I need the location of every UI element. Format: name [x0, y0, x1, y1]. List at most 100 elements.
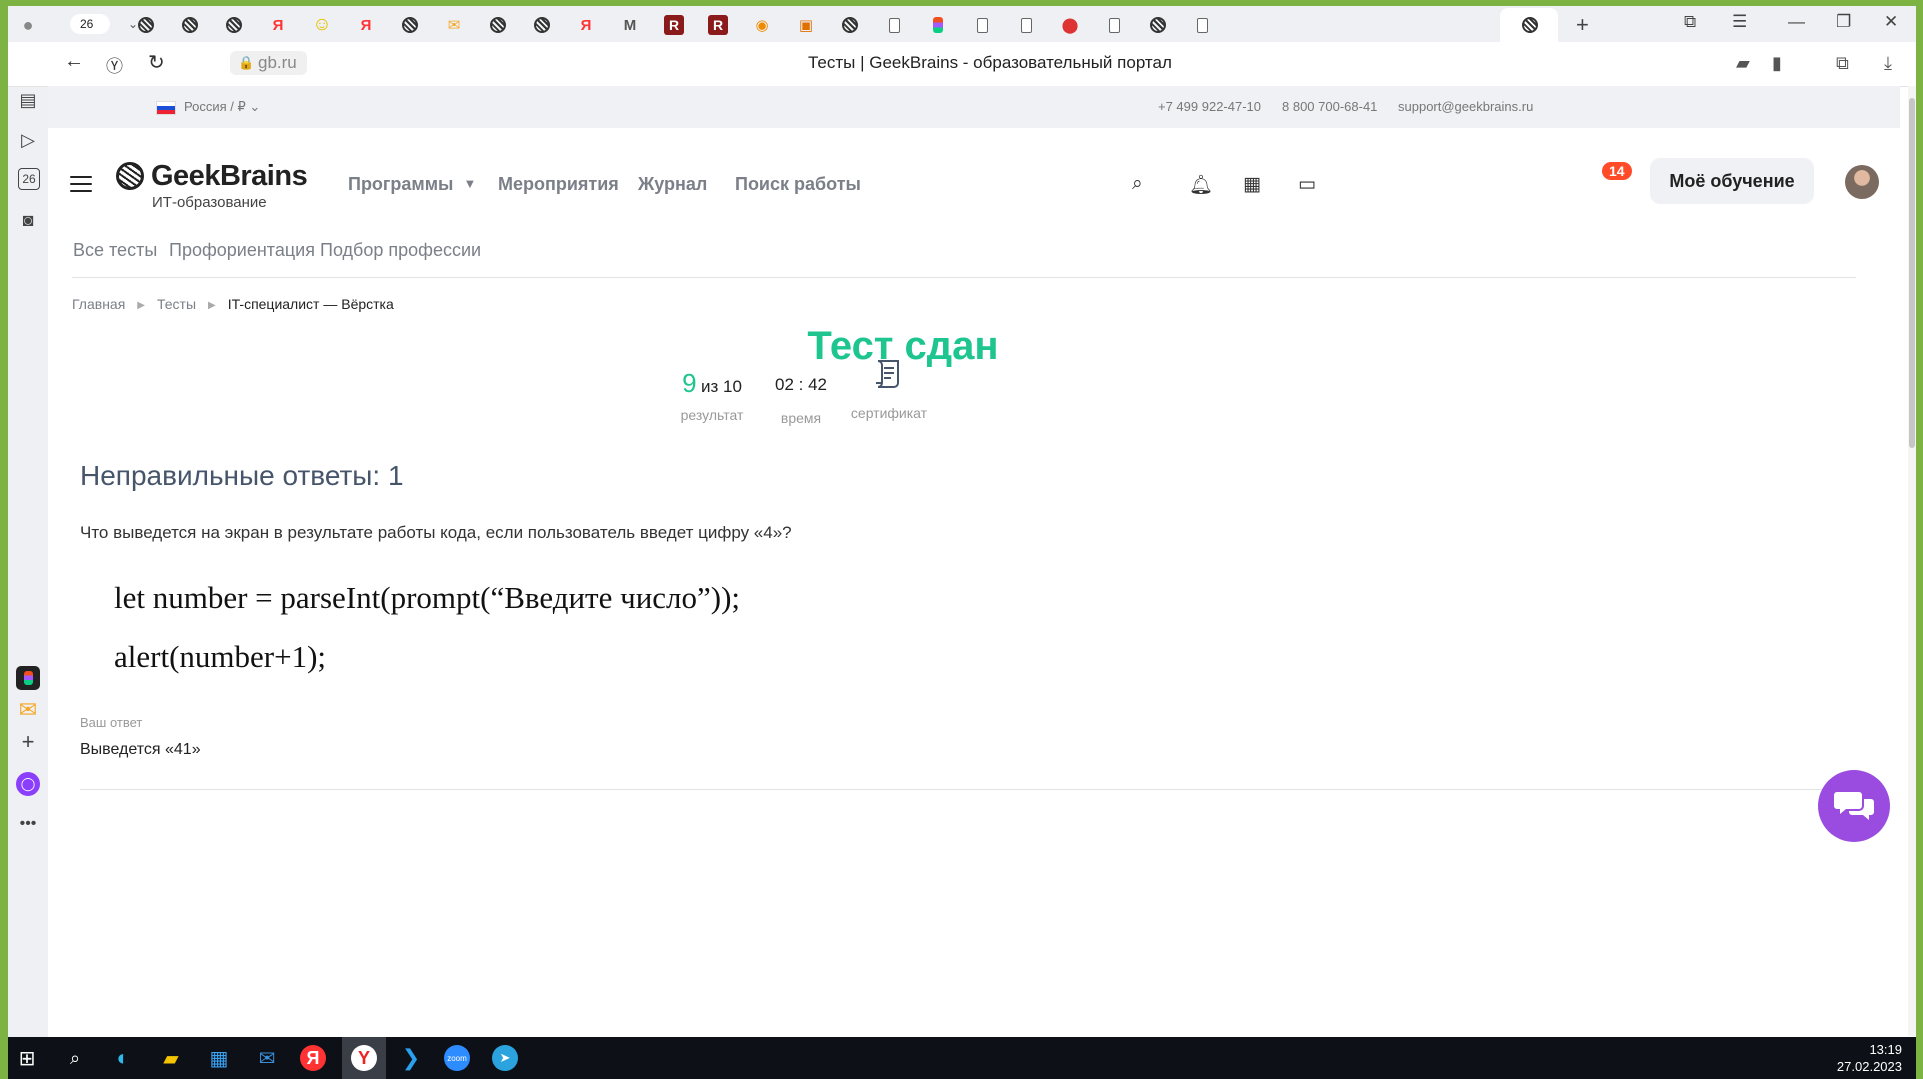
clock-date: 27.02.2023	[1836, 1059, 1902, 1074]
tab-geekbrains-icon[interactable]	[134, 13, 158, 37]
download-icon[interactable]: ⤓	[1884, 53, 1892, 74]
calendar-date-icon[interactable]: 26	[18, 168, 40, 190]
minimize-icon[interactable]: —	[1788, 12, 1805, 32]
back-arrow-icon[interactable]: ←	[64, 50, 84, 73]
new-tab-plus-icon[interactable]: +	[1576, 12, 1589, 38]
menu-icon[interactable]: ☰	[1732, 12, 1747, 32]
tab-document-icon[interactable]	[1014, 13, 1038, 37]
geekbrains-logo-icon[interactable]	[116, 162, 144, 190]
wrong-answers-title: Неправильные ответы: 1	[80, 460, 404, 491]
support-email[interactable]: support@geekbrains.ru	[1398, 99, 1533, 114]
taskbar-clock[interactable]: 13:19 27.02.2023	[1837, 1041, 1902, 1075]
tab-yandex-icon[interactable]: Я	[266, 13, 290, 37]
tab-geekbrains-icon[interactable]	[838, 13, 862, 37]
chat-support-button[interactable]	[1818, 770, 1890, 842]
tab-geekbrains-active-icon[interactable]	[1518, 13, 1542, 37]
camera-icon[interactable]: ◙	[16, 208, 40, 232]
tab-yandex-icon[interactable]: Я	[574, 13, 598, 37]
store-icon[interactable]: ▦	[204, 1043, 234, 1073]
tab-m-icon[interactable]: M	[618, 13, 642, 37]
yandex-app-icon[interactable]: Я	[300, 1045, 326, 1071]
file-explorer-icon[interactable]: ▰	[156, 1043, 186, 1073]
tab-yandex-icon[interactable]: Я	[354, 13, 378, 37]
restore-icon[interactable]: ❐	[1836, 12, 1851, 32]
phone-1[interactable]: +7 499 922-47-10	[1158, 99, 1261, 114]
subnav-career-guidance[interactable]: Профориентация	[169, 240, 315, 261]
bell-icon[interactable]: 🔔︎	[1189, 173, 1213, 197]
tab-geekbrains-icon[interactable]	[1146, 13, 1170, 37]
tab-document-icon[interactable]	[970, 13, 994, 37]
figma-app-icon[interactable]	[16, 666, 40, 690]
phone-2[interactable]: 8 800 700-68-41	[1282, 99, 1377, 114]
caret-down-icon: ▼	[463, 176, 477, 191]
tab-square-icon[interactable]: ▣	[794, 13, 818, 37]
yandex-browser-taskbar-item[interactable]: Y	[342, 1037, 386, 1079]
collections-icon[interactable]: ▤	[16, 88, 40, 112]
avatar[interactable]	[1845, 165, 1879, 199]
bookmark-icon[interactable]: ▮	[1772, 53, 1782, 74]
edge-icon[interactable]: ◐	[108, 1043, 138, 1073]
my-learning-button[interactable]: Моё обучение	[1650, 158, 1814, 204]
scrollbar-thumb[interactable]	[1909, 98, 1915, 448]
address-bar: ← Ⓨ ↻ 🔒 gb.ru Тесты | GeekBrains - образ…	[8, 42, 1916, 87]
tab-geekbrains-icon[interactable]	[530, 13, 554, 37]
url-text: gb.ru	[258, 53, 297, 72]
nav-job-search[interactable]: Поиск работы	[735, 174, 861, 195]
more-dots-icon[interactable]: •••	[16, 812, 40, 836]
url-field[interactable]: 🔒 gb.ru	[230, 51, 307, 75]
page-scrollbar[interactable]	[1908, 86, 1916, 1036]
score-total: из 10	[700, 377, 742, 396]
answer-divider	[80, 789, 1848, 790]
nav-journal[interactable]: Журнал	[638, 174, 707, 195]
tab-geekbrains-icon[interactable]	[398, 13, 422, 37]
region-selector[interactable]: Россия / ₽ ⌄	[184, 99, 260, 115]
breadcrumb-home[interactable]: Главная	[72, 296, 125, 312]
telegram-icon[interactable]: ➤	[492, 1045, 518, 1071]
tab-geekbrains-icon[interactable]	[178, 13, 202, 37]
tab-r-icon[interactable]: R	[664, 15, 684, 35]
breadcrumb-tests[interactable]: Тесты	[157, 296, 196, 312]
header-divider	[72, 277, 1856, 278]
mail-icon[interactable]: ✉	[252, 1043, 282, 1073]
close-icon[interactable]: ✕	[1884, 12, 1898, 32]
vscode-icon[interactable]: ❯	[396, 1043, 426, 1073]
nav-programs-label: Программы	[348, 174, 454, 194]
tab-document-icon[interactable]	[1102, 13, 1126, 37]
tab-link-icon[interactable]: ◉	[750, 13, 774, 37]
tab-geekbrains-icon[interactable]	[486, 13, 510, 37]
zoom-icon[interactable]: zoom	[444, 1045, 470, 1071]
add-panel-plus-icon[interactable]: +	[16, 729, 40, 754]
nav-programs[interactable]: Программы ▼	[348, 174, 476, 195]
nav-events[interactable]: Мероприятия	[498, 174, 619, 195]
calendar-icon[interactable]: ▦	[1243, 173, 1261, 196]
tab-mail-icon[interactable]: ✉	[442, 13, 466, 37]
yandex-home-icon[interactable]: Ⓨ	[106, 52, 123, 77]
tab-circle-icon[interactable]: ⬤	[1058, 13, 1082, 37]
search-icon[interactable]: ⌕	[1132, 173, 1143, 195]
tab-document-icon[interactable]	[1190, 13, 1214, 37]
subnav-profession-selection[interactable]: Подбор профессии	[320, 240, 481, 261]
clock-time: 13:19	[1869, 1042, 1902, 1057]
certificate-stat[interactable]: сертификат	[844, 358, 934, 421]
chevron-right-icon: ▶	[208, 300, 216, 311]
search-icon[interactable]: ⌕	[60, 1043, 90, 1073]
play-icon[interactable]: ▷	[16, 128, 40, 152]
profile-icon[interactable]: ●	[16, 13, 40, 37]
subnav-all-tests[interactable]: Все тесты	[73, 240, 157, 261]
mail-app-icon[interactable]: ✉	[16, 697, 40, 722]
windows-start-icon[interactable]: ⊞	[12, 1043, 42, 1073]
logo-name[interactable]: GeekBrains	[151, 160, 308, 193]
bookmarks-icon[interactable]: ⧉	[1684, 12, 1696, 32]
reload-icon[interactable]: ↻	[148, 50, 165, 75]
alice-assistant-icon[interactable]: ◯	[16, 772, 40, 796]
tab-document-icon[interactable]	[882, 13, 906, 37]
tab-r-icon[interactable]: R	[708, 15, 728, 35]
tab-geekbrains-icon[interactable]	[222, 13, 246, 37]
translate-icon[interactable]: ⧉	[1836, 53, 1849, 74]
burger-menu-icon[interactable]	[70, 176, 92, 192]
messages-icon[interactable]: ▭	[1298, 173, 1316, 196]
tab-smile-icon[interactable]: ☺	[310, 13, 334, 37]
comment-icon[interactable]: ▰	[1736, 53, 1750, 74]
tab-count[interactable]: 26 ⌄	[70, 14, 138, 34]
tab-figma-icon[interactable]	[926, 13, 950, 37]
